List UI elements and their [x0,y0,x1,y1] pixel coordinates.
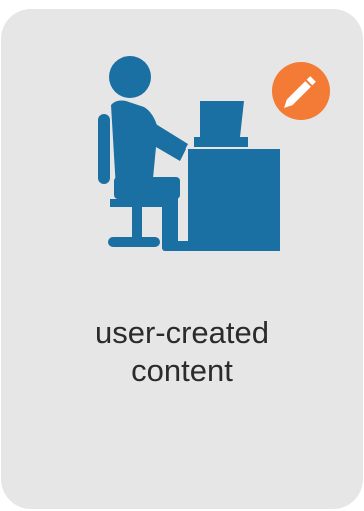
card-label: user-created content [1,314,363,390]
card-label-line2: content [131,353,233,388]
person-at-desk-icon [96,49,336,259]
card-label-line1: user-created [94,315,270,350]
content-card[interactable]: user-created content [1,9,363,509]
